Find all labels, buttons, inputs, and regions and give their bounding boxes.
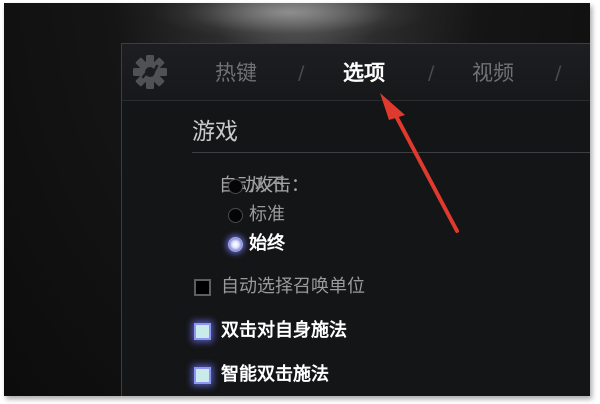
checkbox-label: 智能双击施法 xyxy=(221,364,329,385)
radio-button[interactable] xyxy=(228,178,243,194)
checkbox-double-tap-self-cast[interactable]: 双击对自身施法 xyxy=(194,318,347,344)
radio-button-selected[interactable] xyxy=(228,236,243,252)
section-divider xyxy=(192,152,590,153)
tab-separator: / xyxy=(298,62,305,84)
game-window: 热键 / 选项 / 视频 / 游戏 自动攻击： 从不 标准 始终 自动选择召唤单… xyxy=(4,3,590,396)
checkbox-label: 双击对自身施法 xyxy=(221,320,347,341)
radio-label: 标准 xyxy=(249,204,285,225)
gear-icon[interactable] xyxy=(130,52,170,92)
checkbox-auto-select-summons[interactable]: 自动选择召唤单位 xyxy=(194,274,365,300)
tab-separator: / xyxy=(428,62,435,84)
checkbox[interactable] xyxy=(194,278,211,296)
radio-auto-attack-always[interactable]: 始终 xyxy=(228,231,285,257)
radio-auto-attack-standard[interactable]: 标准 xyxy=(228,202,285,228)
tab-hotkeys[interactable]: 热键 xyxy=(215,59,257,87)
radio-auto-attack-never[interactable]: 从不 xyxy=(228,173,285,199)
tab-options[interactable]: 选项 xyxy=(343,59,385,87)
background-glow xyxy=(154,3,424,40)
tab-separator: / xyxy=(555,62,562,84)
checkbox-checked[interactable] xyxy=(194,322,211,340)
radio-label: 从不 xyxy=(249,175,285,196)
radio-button[interactable] xyxy=(228,207,243,223)
radio-label: 始终 xyxy=(249,233,285,254)
checkbox-smart-double-tap[interactable]: 智能双击施法 xyxy=(194,362,329,388)
checkbox-label: 自动选择召唤单位 xyxy=(221,276,365,297)
checkbox-checked[interactable] xyxy=(194,366,211,384)
section-title-game: 游戏 xyxy=(192,119,238,145)
tab-bar: 热键 / 选项 / 视频 / xyxy=(122,44,590,101)
settings-panel: 热键 / 选项 / 视频 / 游戏 xyxy=(121,43,590,396)
tab-video[interactable]: 视频 xyxy=(472,59,514,87)
